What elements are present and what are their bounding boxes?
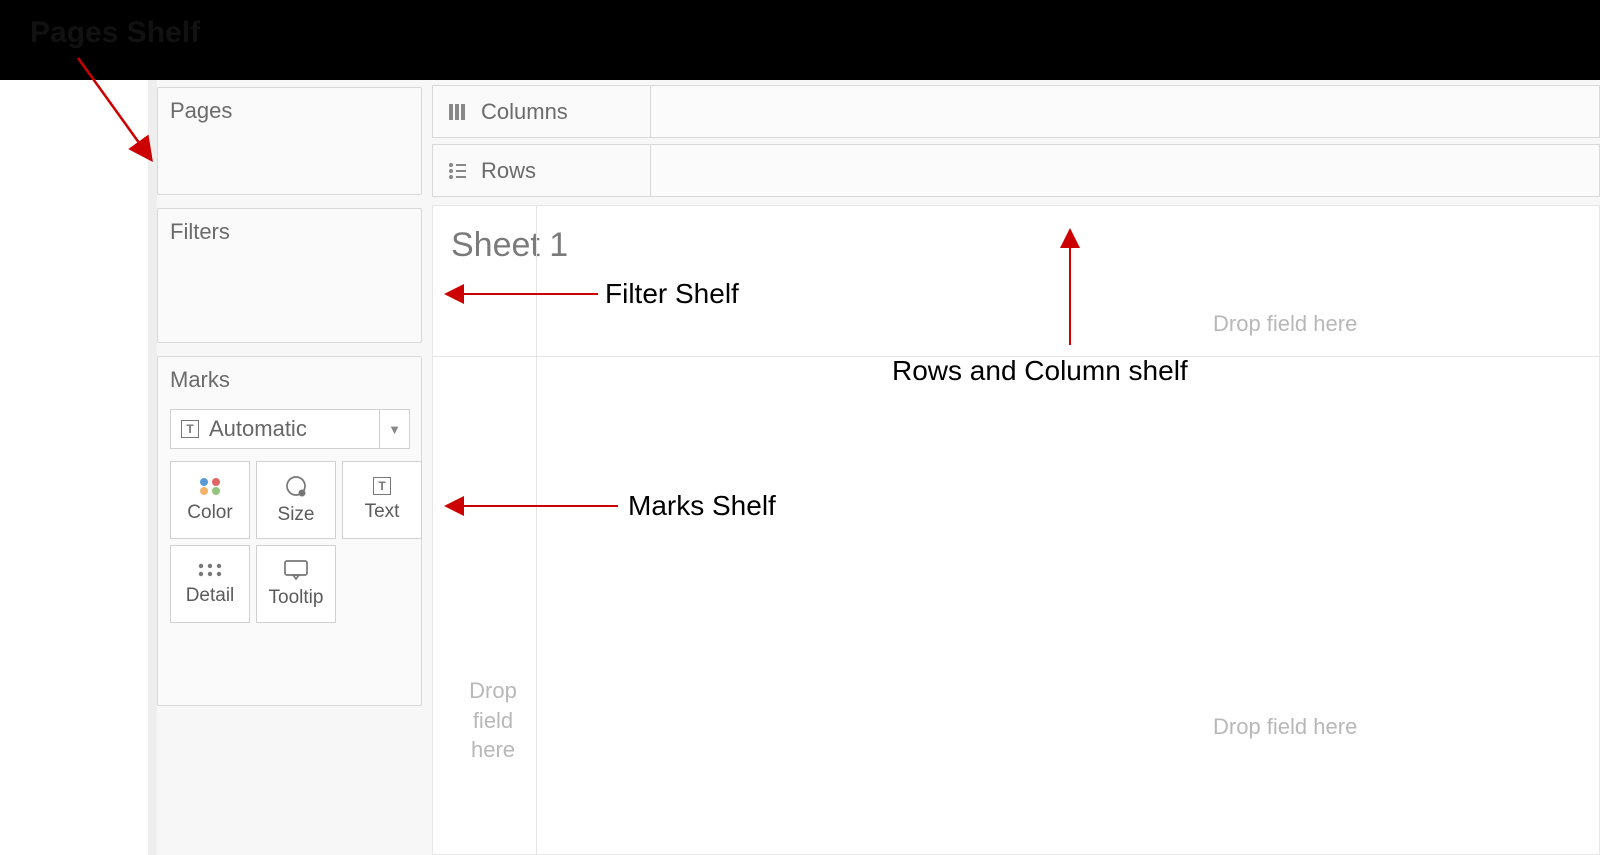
marks-size-label: Size <box>278 504 315 526</box>
tooltip-icon <box>283 559 309 581</box>
columns-shelf[interactable]: Columns <box>432 85 1600 138</box>
marks-color-label: Color <box>187 502 232 524</box>
marks-cards-grid: Color Size T Text <box>170 461 409 623</box>
view-canvas[interactable]: Sheet 1 Drop field here Drop field here … <box>432 205 1600 855</box>
rows-shelf[interactable]: Rows <box>432 144 1600 197</box>
left-gutter <box>148 80 157 855</box>
marks-tooltip-card[interactable]: Tooltip <box>256 545 336 623</box>
pages-shelf[interactable]: Pages <box>157 87 422 195</box>
size-icon <box>283 474 309 498</box>
marks-detail-card[interactable]: Detail <box>170 545 250 623</box>
rows-dropzone[interactable] <box>651 145 1599 196</box>
marks-tooltip-label: Tooltip <box>269 587 324 609</box>
top-black-bar <box>0 0 1600 80</box>
marks-text-card[interactable]: T Text <box>342 461 422 539</box>
text-icon: T <box>373 477 391 495</box>
sheet-title[interactable]: Sheet 1 <box>451 226 568 265</box>
pages-label: Pages <box>170 98 232 123</box>
mark-type-dropdown[interactable]: T Automatic ▼ <box>170 409 410 449</box>
canvas-horizontal-divider <box>433 356 1599 357</box>
drop-field-body-hint: Drop field here <box>1213 714 1357 740</box>
marks-detail-label: Detail <box>186 585 235 607</box>
marks-label: Marks <box>170 367 409 393</box>
stage: Pages Filters Marks T Automatic ▼ Color <box>0 0 1600 855</box>
filters-label: Filters <box>170 219 230 244</box>
canvas-vertical-divider <box>536 206 537 854</box>
chevron-down-icon: ▼ <box>379 410 409 448</box>
drop-field-top-hint: Drop field here <box>1213 311 1357 337</box>
color-icon <box>197 476 223 496</box>
columns-icon <box>447 102 467 122</box>
columns-dropzone[interactable] <box>651 86 1599 137</box>
marks-shelf: Marks T Automatic ▼ Color <box>157 356 422 706</box>
marks-size-card[interactable]: Size <box>256 461 336 539</box>
filters-shelf[interactable]: Filters <box>157 208 422 343</box>
rows-label: Rows <box>481 158 536 184</box>
marks-text-label: Text <box>365 501 400 523</box>
mark-type-value: Automatic <box>209 416 307 442</box>
rows-icon <box>447 161 467 181</box>
columns-label: Columns <box>481 99 568 125</box>
marks-color-card[interactable]: Color <box>170 461 250 539</box>
drop-field-side-hint: Dropfieldhere <box>463 676 523 765</box>
detail-icon <box>196 561 224 579</box>
text-mark-icon: T <box>181 420 199 438</box>
row-column-shelves: Columns Rows <box>432 85 1600 203</box>
